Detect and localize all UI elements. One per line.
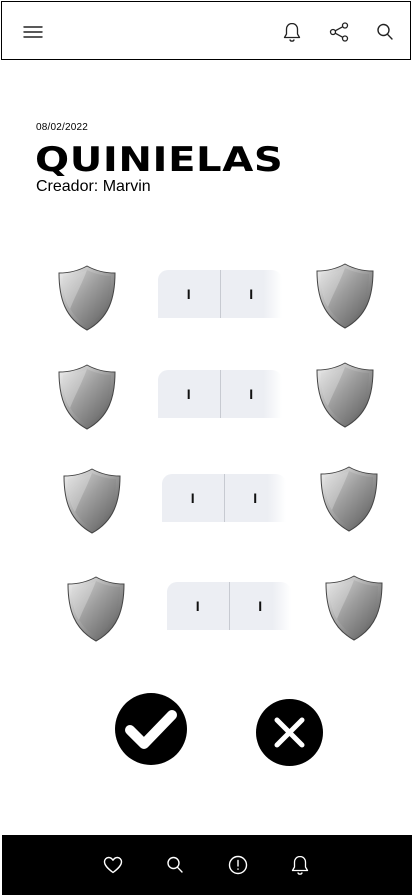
match-score-box: I I	[158, 270, 282, 318]
bell-icon[interactable]	[289, 854, 311, 876]
top-app-bar	[1, 1, 411, 60]
away-team-shield	[314, 262, 376, 330]
confirm-button[interactable]	[115, 693, 187, 765]
share-icon[interactable]	[328, 21, 350, 43]
search-icon[interactable]	[164, 854, 186, 876]
heart-icon[interactable]	[102, 854, 124, 876]
home-team-shield	[56, 264, 118, 332]
away-score-input[interactable]: I	[220, 370, 282, 418]
away-team-shield	[318, 465, 380, 533]
away-score-input[interactable]: I	[224, 474, 286, 522]
cancel-button[interactable]	[256, 699, 323, 766]
home-team-shield	[56, 363, 118, 431]
creator-label: Creador: Marvin	[36, 178, 151, 195]
match-score-box: I I	[158, 370, 282, 418]
home-score-input[interactable]: I	[162, 474, 225, 522]
home-score-input[interactable]: I	[158, 270, 221, 318]
away-score-input[interactable]: I	[229, 582, 291, 630]
away-team-shield	[323, 574, 385, 642]
menu-icon[interactable]	[22, 21, 44, 43]
match-score-box: I I	[167, 582, 291, 630]
page-title: QUINIELAS	[35, 140, 284, 180]
close-icon	[274, 717, 305, 748]
quiniela-date: 08/02/2022	[36, 122, 89, 133]
search-icon[interactable]	[374, 21, 396, 43]
match-score-box: I I	[162, 474, 286, 522]
alert-icon[interactable]	[227, 854, 249, 876]
away-team-shield	[314, 361, 376, 429]
home-score-input[interactable]: I	[167, 582, 230, 630]
home-team-shield	[65, 575, 127, 643]
home-team-shield	[61, 467, 123, 535]
bell-icon[interactable]	[281, 21, 303, 43]
bottom-nav-bar	[2, 835, 412, 895]
home-score-input[interactable]: I	[158, 370, 221, 418]
check-icon	[125, 710, 177, 749]
away-score-input[interactable]: I	[220, 270, 282, 318]
